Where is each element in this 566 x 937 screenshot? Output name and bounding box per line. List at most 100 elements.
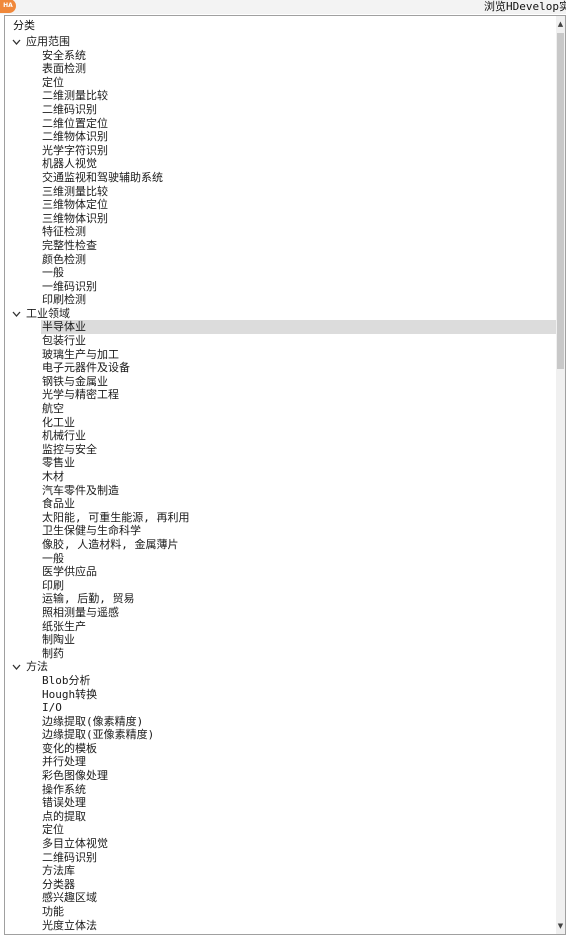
tree-item[interactable]: 照相测量与遥感	[5, 606, 557, 620]
tree-item[interactable]: 木材	[5, 470, 557, 484]
tree-item[interactable]: Blob分析	[5, 674, 557, 688]
tree-item[interactable]: 制药	[5, 647, 557, 661]
tree-item[interactable]: 一般	[5, 266, 557, 280]
tree-group-row[interactable]: 方法	[5, 660, 557, 674]
tree-item-label: 操作系统	[42, 782, 86, 796]
tree-item-label: 像胶, 人造材料, 金属薄片	[42, 537, 179, 551]
tree-item[interactable]: 机械行业	[5, 429, 557, 443]
tree-item-label: 航空	[42, 402, 64, 416]
tree-item-label: 三维物体定位	[42, 198, 108, 212]
tree-item[interactable]: 表面检测	[5, 62, 557, 76]
tree-item[interactable]: 汽车零件及制造	[5, 484, 557, 498]
tree-item[interactable]: 半导体业	[5, 320, 557, 335]
tree-item[interactable]: 太阳能, 可重生能源, 再利用	[5, 511, 557, 525]
tree-item[interactable]: 分类器	[5, 878, 557, 892]
tree-item-label: 表面检测	[42, 62, 86, 76]
tree-item[interactable]: 光度立体法	[5, 919, 557, 933]
tree-item[interactable]: 一般	[5, 552, 557, 566]
tree-group-row[interactable]: 工业领域	[5, 307, 557, 321]
tree-item[interactable]: 二维测量比较	[5, 89, 557, 103]
tree-item[interactable]: 操作系统	[5, 783, 557, 797]
tree-item-label: 卫生保健与生命科学	[42, 524, 141, 538]
chevron-down-icon[interactable]	[11, 37, 22, 47]
tree-item-label: 多目立体视觉	[42, 837, 108, 851]
tree-item[interactable]: 化工业	[5, 416, 557, 430]
tree-item[interactable]: I/O	[5, 701, 557, 715]
tree-item-label: 食品业	[42, 497, 75, 511]
tree-item[interactable]: 功能	[5, 905, 557, 919]
tree-item[interactable]: 包装行业	[5, 334, 557, 348]
tree-item[interactable]: 安全系统	[5, 49, 557, 63]
tree-item-label: 一般	[42, 266, 64, 280]
tree-item[interactable]: 卫生保健与生命科学	[5, 524, 557, 538]
tree-item-label: 颜色检测	[42, 252, 86, 266]
tree-item[interactable]: 二维物体识别	[5, 130, 557, 144]
tree-item-label: 制陶业	[42, 633, 75, 647]
tree-item-label: 监控与安全	[42, 442, 97, 456]
tree-item[interactable]: 点的提取	[5, 810, 557, 824]
tree-item-label: 定位	[42, 823, 64, 837]
title-bar: HA 浏览HDevelop实	[0, 0, 566, 14]
tree-item[interactable]: 颜色检测	[5, 253, 557, 267]
tree-item[interactable]: 玻璃生产与加工	[5, 348, 557, 362]
tree-item[interactable]: 机器人视觉	[5, 157, 557, 171]
tree-item[interactable]: 印刷检测	[5, 293, 557, 307]
tree-item-label: 纸张生产	[42, 619, 86, 633]
tree-item[interactable]: Hough转换	[5, 688, 557, 702]
tree-item[interactable]: 定位	[5, 823, 557, 837]
chevron-down-icon[interactable]	[11, 662, 22, 672]
tree-item[interactable]: 监控与安全	[5, 443, 557, 457]
tree-item-label: 一维码识别	[42, 279, 97, 293]
tree-item[interactable]: 三维物体定位	[5, 198, 557, 212]
tree-item[interactable]: 钢铁与金属业	[5, 375, 557, 389]
tree-item-label: 机械行业	[42, 429, 86, 443]
tree-item-label: 化工业	[42, 415, 75, 429]
scrollbar-thumb[interactable]	[557, 33, 564, 369]
scroll-down-arrow-icon[interactable]: ▼	[557, 922, 564, 930]
tree-item[interactable]: 零售业	[5, 456, 557, 470]
tree-item[interactable]: 二维位置定位	[5, 117, 557, 131]
tree-item[interactable]: 边缘提取(像素精度)	[5, 715, 557, 729]
tree-item[interactable]: 光学字符识别	[5, 144, 557, 158]
tree-item[interactable]: 医学供应品	[5, 565, 557, 579]
tree-group-row[interactable]: 应用范围	[5, 35, 557, 49]
tree-item[interactable]: 航空	[5, 402, 557, 416]
tree-group-label: 应用范围	[26, 35, 70, 48]
tree-item-label: I/O	[42, 701, 62, 715]
tree-item[interactable]: 交通监视和驾驶辅助系统	[5, 171, 557, 185]
tree-item[interactable]: 彩色图像处理	[5, 769, 557, 783]
tree-item[interactable]: 制陶业	[5, 633, 557, 647]
tree-item-label: 分类器	[42, 877, 75, 891]
scroll-up-arrow-icon[interactable]: ▲	[557, 20, 564, 28]
tree-item[interactable]: 电子元器件及设备	[5, 361, 557, 375]
tree-item[interactable]: 纸张生产	[5, 620, 557, 634]
tree-header: 分类	[13, 19, 35, 32]
tree-item[interactable]: 特征检测	[5, 225, 557, 239]
tree-item[interactable]: 边缘提取(亚像素精度)	[5, 728, 557, 742]
tree-item[interactable]: 方法库	[5, 864, 557, 878]
tree-item[interactable]: 错误处理	[5, 796, 557, 810]
tree-item[interactable]: 印刷	[5, 579, 557, 593]
tree-item[interactable]: 二维码识别	[5, 103, 557, 117]
vertical-scrollbar[interactable]: ▲ ▼	[556, 16, 565, 934]
tree-item[interactable]: 完整性检查	[5, 239, 557, 253]
tree-item[interactable]: 运输, 后勤, 贸易	[5, 592, 557, 606]
tree-item[interactable]: 并行处理	[5, 755, 557, 769]
tree-item[interactable]: 食品业	[5, 497, 557, 511]
tree-item[interactable]: 一维码识别	[5, 280, 557, 294]
tree-item[interactable]: 多目立体视觉	[5, 837, 557, 851]
tree-item-label: 变化的模板	[42, 741, 97, 755]
tree-item[interactable]: 光学与精密工程	[5, 388, 557, 402]
tree-item-label: 制药	[42, 646, 64, 660]
tree-item[interactable]: 像胶, 人造材料, 金属薄片	[5, 538, 557, 552]
category-tree-panel: 分类 应用范围 安全系统 表面检测 定位 二维测量比较 二维码识别 二维位置定位 二维物体识别…	[4, 15, 566, 935]
tree-item-label: 安全系统	[42, 48, 86, 62]
tree-item[interactable]: 定位	[5, 76, 557, 90]
tree-item-label: 汽车零件及制造	[42, 483, 119, 497]
tree-item[interactable]: 感兴趣区域	[5, 891, 557, 905]
tree-item[interactable]: 二维码识别	[5, 851, 557, 865]
tree-item[interactable]: 三维测量比较	[5, 185, 557, 199]
tree-item[interactable]: 三维物体识别	[5, 212, 557, 226]
tree-item[interactable]: 变化的模板	[5, 742, 557, 756]
chevron-down-icon[interactable]	[11, 309, 22, 319]
